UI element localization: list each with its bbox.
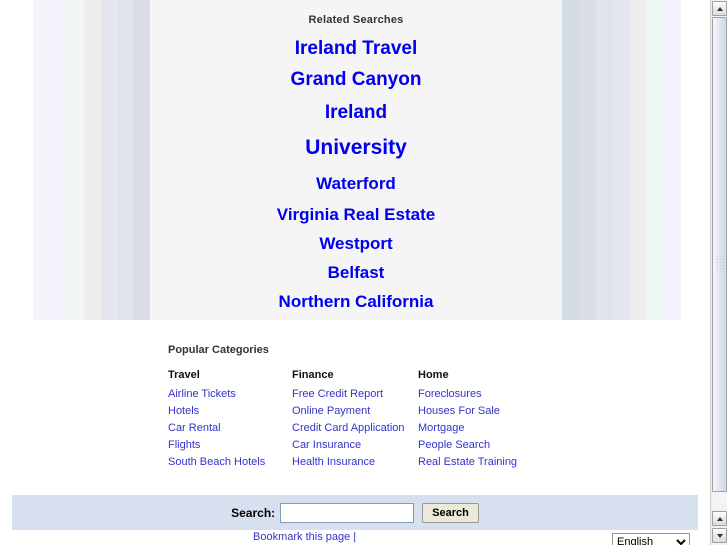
related-searches-list: Related Searches Ireland Travel Grand Ca… bbox=[150, 0, 562, 320]
related-search-link[interactable]: Westport bbox=[150, 235, 562, 252]
decorative-stripe bbox=[562, 0, 579, 320]
popular-categories-title: Popular Categories bbox=[168, 344, 269, 356]
category-columns: Travel Airline Tickets Hotels Car Rental… bbox=[168, 369, 588, 471]
scroll-up-button[interactable] bbox=[712, 1, 727, 16]
decorative-stripe bbox=[613, 0, 630, 320]
triangle-down-icon bbox=[716, 533, 723, 538]
decorative-stripe bbox=[33, 0, 50, 320]
scroll-up-button-secondary[interactable] bbox=[712, 511, 727, 526]
page-viewport: Related Searches Ireland Travel Grand Ca… bbox=[0, 0, 710, 545]
decorative-stripe bbox=[664, 0, 681, 320]
footer-links-row: Bookmark this page | English bbox=[0, 530, 710, 545]
category-link[interactable]: Hotels bbox=[168, 403, 292, 420]
decorative-stripe bbox=[596, 0, 613, 320]
category-link[interactable]: Flights bbox=[168, 437, 292, 454]
decorative-stripe bbox=[630, 0, 647, 320]
triangle-up-icon bbox=[716, 6, 723, 11]
related-search-link[interactable]: Ireland Travel bbox=[150, 39, 562, 58]
search-button[interactable]: Search bbox=[422, 502, 479, 523]
vertical-scrollbar[interactable] bbox=[710, 0, 727, 545]
bookmark-this-page-link[interactable]: Bookmark this page | bbox=[253, 531, 356, 543]
related-searches-heading: Related Searches bbox=[308, 14, 404, 26]
category-link[interactable]: Airline Tickets bbox=[168, 386, 292, 403]
scrollbar-track[interactable] bbox=[712, 17, 727, 509]
decorative-stripe bbox=[67, 0, 84, 320]
category-link[interactable]: Online Payment bbox=[292, 403, 418, 420]
related-search-link[interactable]: Belfast bbox=[150, 264, 562, 281]
category-link[interactable]: Free Credit Report bbox=[292, 386, 418, 403]
related-search-link[interactable]: Northern California bbox=[150, 293, 562, 310]
search-input[interactable] bbox=[280, 502, 415, 523]
category-header: Travel bbox=[168, 369, 200, 381]
popular-categories-section: Popular Categories Travel Airline Ticket… bbox=[168, 344, 588, 471]
category-link[interactable]: Car Rental bbox=[168, 420, 292, 437]
category-link[interactable]: Credit Card Application bbox=[292, 420, 418, 437]
category-link[interactable]: South Beach Hotels bbox=[168, 454, 292, 471]
search-label: Search: bbox=[231, 505, 276, 520]
decorative-stripe bbox=[118, 0, 133, 320]
decorative-stripe bbox=[133, 0, 150, 320]
category-link[interactable]: People Search bbox=[418, 437, 578, 454]
category-link[interactable]: Car Insurance bbox=[292, 437, 418, 454]
search-row: Search: Search bbox=[12, 495, 698, 530]
category-column-home: Home Foreclosures Houses For Sale Mortga… bbox=[418, 369, 578, 471]
related-search-link[interactable]: Grand Canyon bbox=[150, 70, 562, 89]
category-link[interactable]: Mortgage bbox=[418, 420, 578, 437]
category-column-travel: Travel Airline Tickets Hotels Car Rental… bbox=[168, 369, 292, 471]
decorative-stripe bbox=[84, 0, 101, 320]
category-link[interactable]: Foreclosures bbox=[418, 386, 578, 403]
category-column-finance: Finance Free Credit Report Online Paymen… bbox=[292, 369, 418, 471]
category-link[interactable]: Health Insurance bbox=[292, 454, 418, 471]
category-link[interactable]: Real Estate Training bbox=[418, 454, 578, 471]
related-search-link[interactable]: Virginia Real Estate bbox=[150, 206, 562, 223]
related-search-link[interactable]: University bbox=[150, 137, 562, 158]
language-select[interactable]: English bbox=[612, 533, 690, 545]
category-header: Home bbox=[418, 369, 449, 381]
related-search-link[interactable]: Waterford bbox=[150, 175, 562, 192]
decorative-stripe bbox=[101, 0, 118, 320]
related-search-link[interactable]: Ireland bbox=[150, 103, 562, 122]
decorative-stripe bbox=[579, 0, 596, 320]
triangle-up-icon bbox=[716, 516, 723, 521]
scrollbar-grip-icon bbox=[716, 255, 725, 271]
scrollbar-thumb[interactable] bbox=[712, 17, 727, 492]
category-link[interactable]: Houses For Sale bbox=[418, 403, 578, 420]
category-header: Finance bbox=[292, 369, 334, 381]
scroll-down-button[interactable] bbox=[712, 528, 727, 543]
footer-search-band: Search: Search bbox=[12, 495, 698, 530]
decorative-stripe bbox=[647, 0, 664, 320]
decorative-stripe bbox=[50, 0, 67, 320]
related-searches-band: Related Searches Ireland Travel Grand Ca… bbox=[0, 0, 710, 320]
